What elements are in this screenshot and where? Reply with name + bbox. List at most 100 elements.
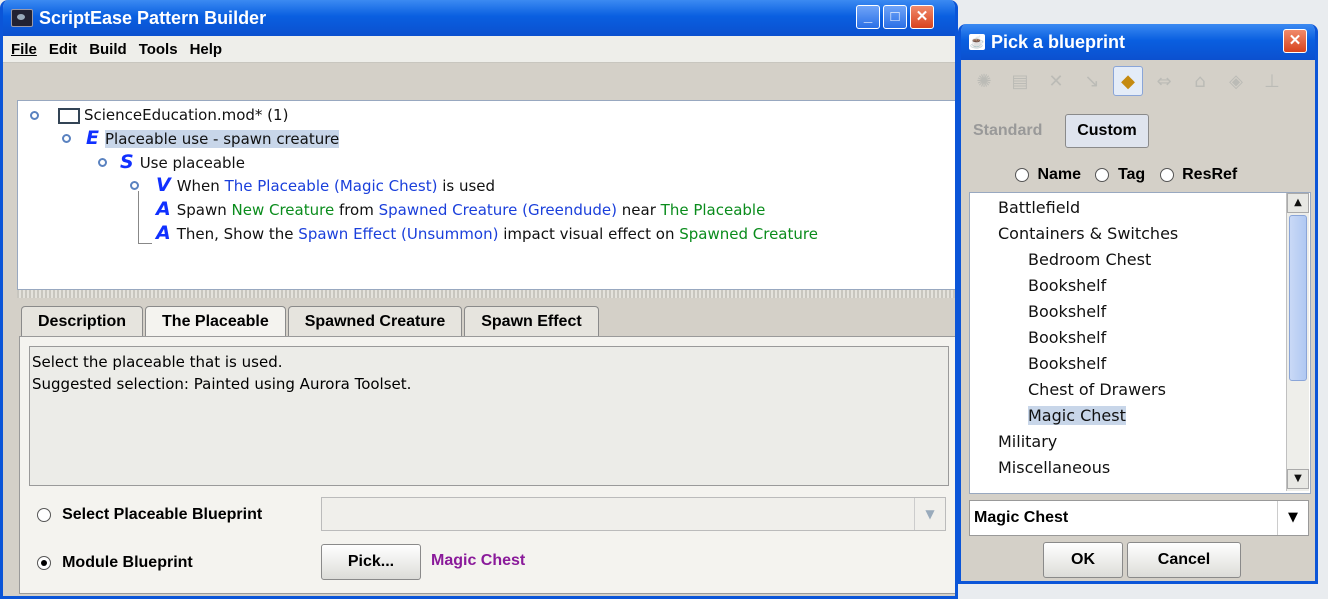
action-icon: A <box>156 222 171 244</box>
encounter-icon: E <box>86 127 99 149</box>
encounter-expand-toggle[interactable] <box>62 134 71 143</box>
blueprint-tree-item[interactable]: Bookshelf <box>1028 353 1106 375</box>
root-expand-toggle[interactable] <box>30 111 39 120</box>
scroll-down-arrow[interactable]: ▼ <box>1287 469 1309 489</box>
script-label: Use placeable <box>139 154 245 172</box>
close-button[interactable]: ✕ <box>910 5 934 29</box>
action-spawn-node[interactable]: A Spawn New Creature from Spawned Creatur… <box>156 198 765 220</box>
blueprint-tree-item[interactable]: Bookshelf <box>1028 327 1106 349</box>
sound-filter-icon[interactable]: ⇔ <box>1149 66 1179 96</box>
selected-blueprint-combobox[interactable]: Magic Chest ▼ <box>969 500 1309 536</box>
blueprint-tree-item[interactable]: Bookshelf <box>1028 301 1106 323</box>
placeable-filter-icon[interactable]: ◆ <box>1113 66 1143 96</box>
item-filter-icon[interactable]: ↘ <box>1077 66 1107 96</box>
description-line: Select the placeable that is used. <box>32 353 283 371</box>
blueprint-tree-item-label: Magic Chest <box>1028 406 1126 425</box>
root-node[interactable]: ScienceEducation.mod* (1) <box>58 104 288 126</box>
search-name-radio[interactable] <box>1015 167 1029 182</box>
story-tree: ScienceEducation.mod* (1) E Placeable use… <box>17 100 955 290</box>
script-node[interactable]: S Use placeable <box>120 151 245 173</box>
select-blueprint-label: Select Placeable Blueprint <box>62 506 263 523</box>
tree-connector <box>138 191 139 243</box>
tab-spawn-effect[interactable]: Spawn Effect <box>464 306 599 336</box>
picked-blueprint-value: Magic Chest <box>431 552 526 569</box>
selected-blueprint-value: Magic Chest <box>974 509 1069 526</box>
blueprint-tree-item-label: Chest of Drawers <box>1028 380 1166 399</box>
spawn-effect-link[interactable]: Spawn Effect (Unsummon) <box>298 225 498 243</box>
select-blueprint-option[interactable]: Select Placeable Blueprint <box>37 504 262 524</box>
module-folder-icon <box>58 107 80 124</box>
action-text: near <box>617 201 661 219</box>
blueprint-tree-item[interactable]: Chest of Drawers <box>1028 379 1166 401</box>
module-blueprint-radio[interactable] <box>37 555 51 570</box>
blueprint-tree-item[interactable]: Miscellaneous <box>998 457 1110 479</box>
chevron-down-icon[interactable]: ▼ <box>1277 501 1308 535</box>
waypoint-filter-icon[interactable]: ⊥ <box>1257 66 1287 96</box>
menu-build[interactable]: Build <box>89 41 127 58</box>
menu-tools[interactable]: Tools <box>139 41 178 58</box>
scroll-up-arrow[interactable]: ▲ <box>1287 193 1309 213</box>
blueprint-tree: Battlefield Containers & Switches Bedroom … <box>969 192 1311 494</box>
encounter-filter-icon[interactable]: ✕ <box>1041 66 1071 96</box>
parameter-tabs: Description The Placeable Spawned Creatu… <box>21 306 601 336</box>
cause-icon: V <box>156 174 171 196</box>
spawned-creature-link[interactable]: Spawned Creature (Greendude) <box>379 201 617 219</box>
pick-blueprint-dialog: ☕ Pick a blueprint ✕ ✺ ▤ ✕ ↘ ◆ ⇔ ⌂ ◈ ⊥ S… <box>958 24 1318 584</box>
blueprint-tree-item-label: Bookshelf <box>1028 354 1107 373</box>
action-text: Spawn <box>176 201 232 219</box>
action-effect-node[interactable]: A Then, Show the Spawn Effect (Unsummon) … <box>156 222 818 244</box>
ok-button[interactable]: OK <box>1043 542 1123 578</box>
main-titlebar[interactable]: ScriptEase Pattern Builder _ □ ✕ <box>3 0 955 36</box>
scroll-thumb[interactable] <box>1289 215 1307 381</box>
blueprint-tree-item[interactable]: Containers & Switches <box>998 223 1178 245</box>
action-text: from <box>334 201 379 219</box>
split-divider[interactable] <box>17 290 955 298</box>
tab-the-placeable[interactable]: The Placeable <box>145 306 286 336</box>
search-tag-radio[interactable] <box>1095 167 1110 182</box>
cause-subject-link[interactable]: The Placeable (Magic Chest) <box>225 177 438 195</box>
module-blueprint-option[interactable]: Module Blueprint <box>37 552 193 572</box>
mode-tab-standard[interactable]: Standard <box>973 122 1042 140</box>
maximize-button[interactable]: □ <box>883 5 907 29</box>
blueprint-tree-item[interactable]: Bedroom Chest <box>1028 249 1151 271</box>
picker-title: Pick a blueprint <box>991 31 1126 52</box>
store-filter-icon[interactable]: ⌂ <box>1185 66 1215 96</box>
tab-spawned-creature[interactable]: Spawned Creature <box>287 306 463 336</box>
search-resref-radio[interactable] <box>1159 167 1174 182</box>
new-creature-link[interactable]: New Creature <box>232 201 335 219</box>
tree-connector <box>138 243 152 244</box>
placeable-link[interactable]: The Placeable <box>661 201 766 219</box>
mode-tab-custom[interactable]: Custom <box>1065 114 1149 148</box>
tab-description[interactable]: Description <box>21 306 144 336</box>
cause-node[interactable]: V When The Placeable (Magic Chest) is use… <box>156 174 495 196</box>
pick-button[interactable]: Pick... <box>321 544 421 580</box>
blueprint-tree-item[interactable]: Battlefield <box>998 197 1080 219</box>
picker-titlebar[interactable]: ☕ Pick a blueprint ✕ <box>961 24 1315 60</box>
blueprint-tree-item-label: Bookshelf <box>1028 276 1107 295</box>
door-filter-icon[interactable]: ▤ <box>1005 66 1035 96</box>
blueprint-tree-item-label: Battlefield <box>998 198 1081 217</box>
blueprint-combobox[interactable]: ▼ <box>321 497 946 531</box>
menu-help[interactable]: Help <box>190 41 223 58</box>
blueprint-tree-item-label: Bookshelf <box>1028 302 1107 321</box>
cause-expand-toggle[interactable] <box>130 181 139 190</box>
picker-close-button[interactable]: ✕ <box>1283 29 1307 53</box>
trigger-filter-icon[interactable]: ◈ <box>1221 66 1251 96</box>
menu-file[interactable]: File <box>11 41 37 58</box>
script-expand-toggle[interactable] <box>98 158 107 167</box>
cause-text-end: is used <box>437 177 496 195</box>
minimize-button[interactable]: _ <box>856 5 880 29</box>
blueprint-tree-item[interactable]: Magic Chest <box>1028 405 1126 427</box>
blueprint-tree-item-label: Miscellaneous <box>998 458 1111 477</box>
search-name-label: Name <box>1037 166 1082 183</box>
blueprint-tree-scrollbar[interactable]: ▲ ▼ <box>1286 193 1309 491</box>
cancel-button[interactable]: Cancel <box>1127 542 1241 578</box>
blueprint-tree-item[interactable]: Bookshelf <box>1028 275 1106 297</box>
creature-filter-icon[interactable]: ✺ <box>969 66 999 96</box>
menu-edit[interactable]: Edit <box>49 41 77 58</box>
blueprint-tree-item[interactable]: Military <box>998 431 1057 453</box>
select-blueprint-radio[interactable] <box>37 507 51 522</box>
spawned-creature-target-link[interactable]: Spawned Creature <box>679 225 818 243</box>
chevron-down-icon[interactable]: ▼ <box>914 498 945 530</box>
encounter-node[interactable]: E Placeable use - spawn creature <box>86 127 340 149</box>
